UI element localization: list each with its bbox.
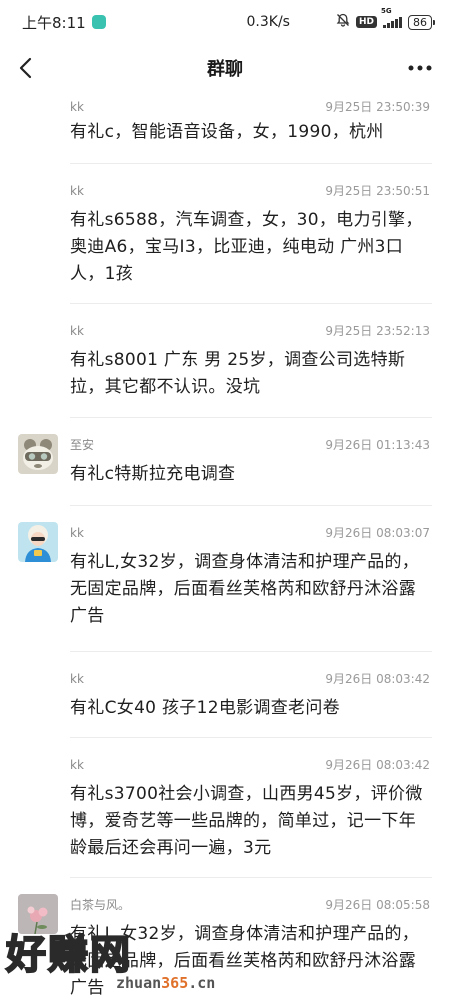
message-header: kk 9月25日 23:50:51: [70, 182, 432, 199]
message-item[interactable]: kk 9月26日 08:03:42 有礼C女40 孩子12电影调查老问卷: [70, 652, 432, 738]
hd-badge: HD: [355, 16, 377, 28]
sender-name: kk: [70, 99, 84, 114]
message-time: 9月26日 08:05:58: [325, 898, 430, 912]
battery-indicator: 86: [408, 14, 435, 30]
message-time: 9月26日 01:13:43: [325, 438, 430, 452]
message-item[interactable]: kk 9月26日 08:03:42 有礼s3700社会小调查，山西男45岁，评价…: [70, 738, 432, 878]
message-header: kk 9月26日 08:03:42: [70, 756, 432, 773]
message-header: kk 9月25日 23:50:39: [70, 98, 432, 115]
message-text[interactable]: 有礼L,女32岁，调查身体清洁和护理产品的，无固定品牌，后面看丝芙格芮和欧舒丹沐…: [70, 921, 432, 1000]
chevron-left-icon: [19, 57, 32, 79]
sender-name: kk: [70, 525, 84, 540]
signal-icon: 5G: [381, 7, 402, 28]
status-indicators: 0.3K/s HD 5G 86: [246, 7, 435, 31]
message-text[interactable]: 有礼s3700社会小调查，山西男45岁，评价微博，爱奇艺等一些品牌的，简单过，记…: [70, 781, 432, 862]
avatar[interactable]: [18, 434, 58, 474]
sender-name: 至安: [70, 438, 95, 452]
status-time-group: 上午8:11: [22, 12, 106, 33]
message-item[interactable]: kk 9月25日 23:52:13 有礼s8001 广东 男 25岁，调查公司选…: [70, 304, 432, 418]
message-item[interactable]: kk 9月25日 23:50:51 有礼s6588，汽车调查，女，30，电力引擎…: [70, 164, 432, 304]
message-text[interactable]: 有礼c，智能语音设备，女，1990，杭州: [70, 119, 432, 146]
message-time: 9月26日 08:03:42: [325, 758, 430, 772]
app-notification-icon: [91, 15, 106, 29]
message-header: 至安 9月26日 01:13:43: [70, 436, 432, 453]
message-time: 9月26日 08:03:07: [325, 526, 430, 540]
message-text[interactable]: 有礼s6588，汽车调查，女，30，电力引擎，奥迪A6，宝马I3，比亚迪，纯电动…: [70, 207, 432, 288]
sender-name: kk: [70, 671, 84, 686]
message-time: 9月25日 23:50:39: [325, 100, 430, 114]
message-time: 9月25日 23:52:13: [325, 324, 430, 338]
message-time: 9月25日 23:50:51: [325, 184, 430, 198]
message-text[interactable]: 有礼s8001 广东 男 25岁，调查公司选特斯拉，其它都不认识。没坑: [70, 347, 432, 401]
page-title: 群聊: [207, 59, 243, 80]
message-header: kk 9月26日 08:03:07: [70, 524, 432, 541]
more-options-button[interactable]: [402, 52, 438, 84]
status-bar: 上午8:11 0.3K/s HD 5G 86: [0, 0, 450, 44]
message-text[interactable]: 有礼C女40 孩子12电影调查老问卷: [70, 695, 432, 722]
message-item[interactable]: 至安 9月26日 01:13:43 有礼c特斯拉充电调查: [18, 418, 432, 506]
message-item[interactable]: kk 9月25日 23:50:39 有礼c，智能语音设备，女，1990，杭州: [70, 92, 432, 164]
clock: 上午8:11: [22, 13, 86, 32]
sender-name: kk: [70, 323, 84, 338]
network-type: 5G: [381, 7, 392, 15]
avatar[interactable]: [18, 522, 58, 562]
message-header: 白茶与风。 9月26日 08:05:58: [70, 896, 432, 913]
message-text[interactable]: 有礼L,女32岁，调查身体清洁和护理产品的，无固定品牌，后面看丝芙格芮和欧舒丹沐…: [70, 549, 432, 630]
more-dots-icon: [408, 65, 432, 71]
message-item[interactable]: kk 9月26日 08:03:07 有礼L,女32岁，调查身体清洁和护理产品的，…: [18, 506, 432, 652]
message-header: kk 9月26日 08:03:42: [70, 670, 432, 687]
message-text[interactable]: 有礼c特斯拉充电调查: [70, 461, 432, 488]
mute-bell-icon: [336, 13, 350, 31]
message-item[interactable]: 白茶与风。 9月26日 08:05:58 有礼L,女32岁，调查身体清洁和护理产…: [18, 878, 432, 1000]
avatar[interactable]: [18, 894, 58, 934]
sender-name: kk: [70, 183, 84, 198]
sender-name: kk: [70, 757, 84, 772]
message-list[interactable]: kk 9月25日 23:50:39 有礼c，智能语音设备，女，1990，杭州 k…: [0, 92, 450, 1000]
net-speed: 0.3K/s: [246, 14, 290, 30]
message-time: 9月26日 08:03:42: [325, 672, 430, 686]
sender-name: 白茶与风。: [70, 898, 131, 912]
back-button[interactable]: [10, 52, 42, 84]
title-bar: 群聊: [0, 44, 450, 92]
message-header: kk 9月25日 23:52:13: [70, 322, 432, 339]
